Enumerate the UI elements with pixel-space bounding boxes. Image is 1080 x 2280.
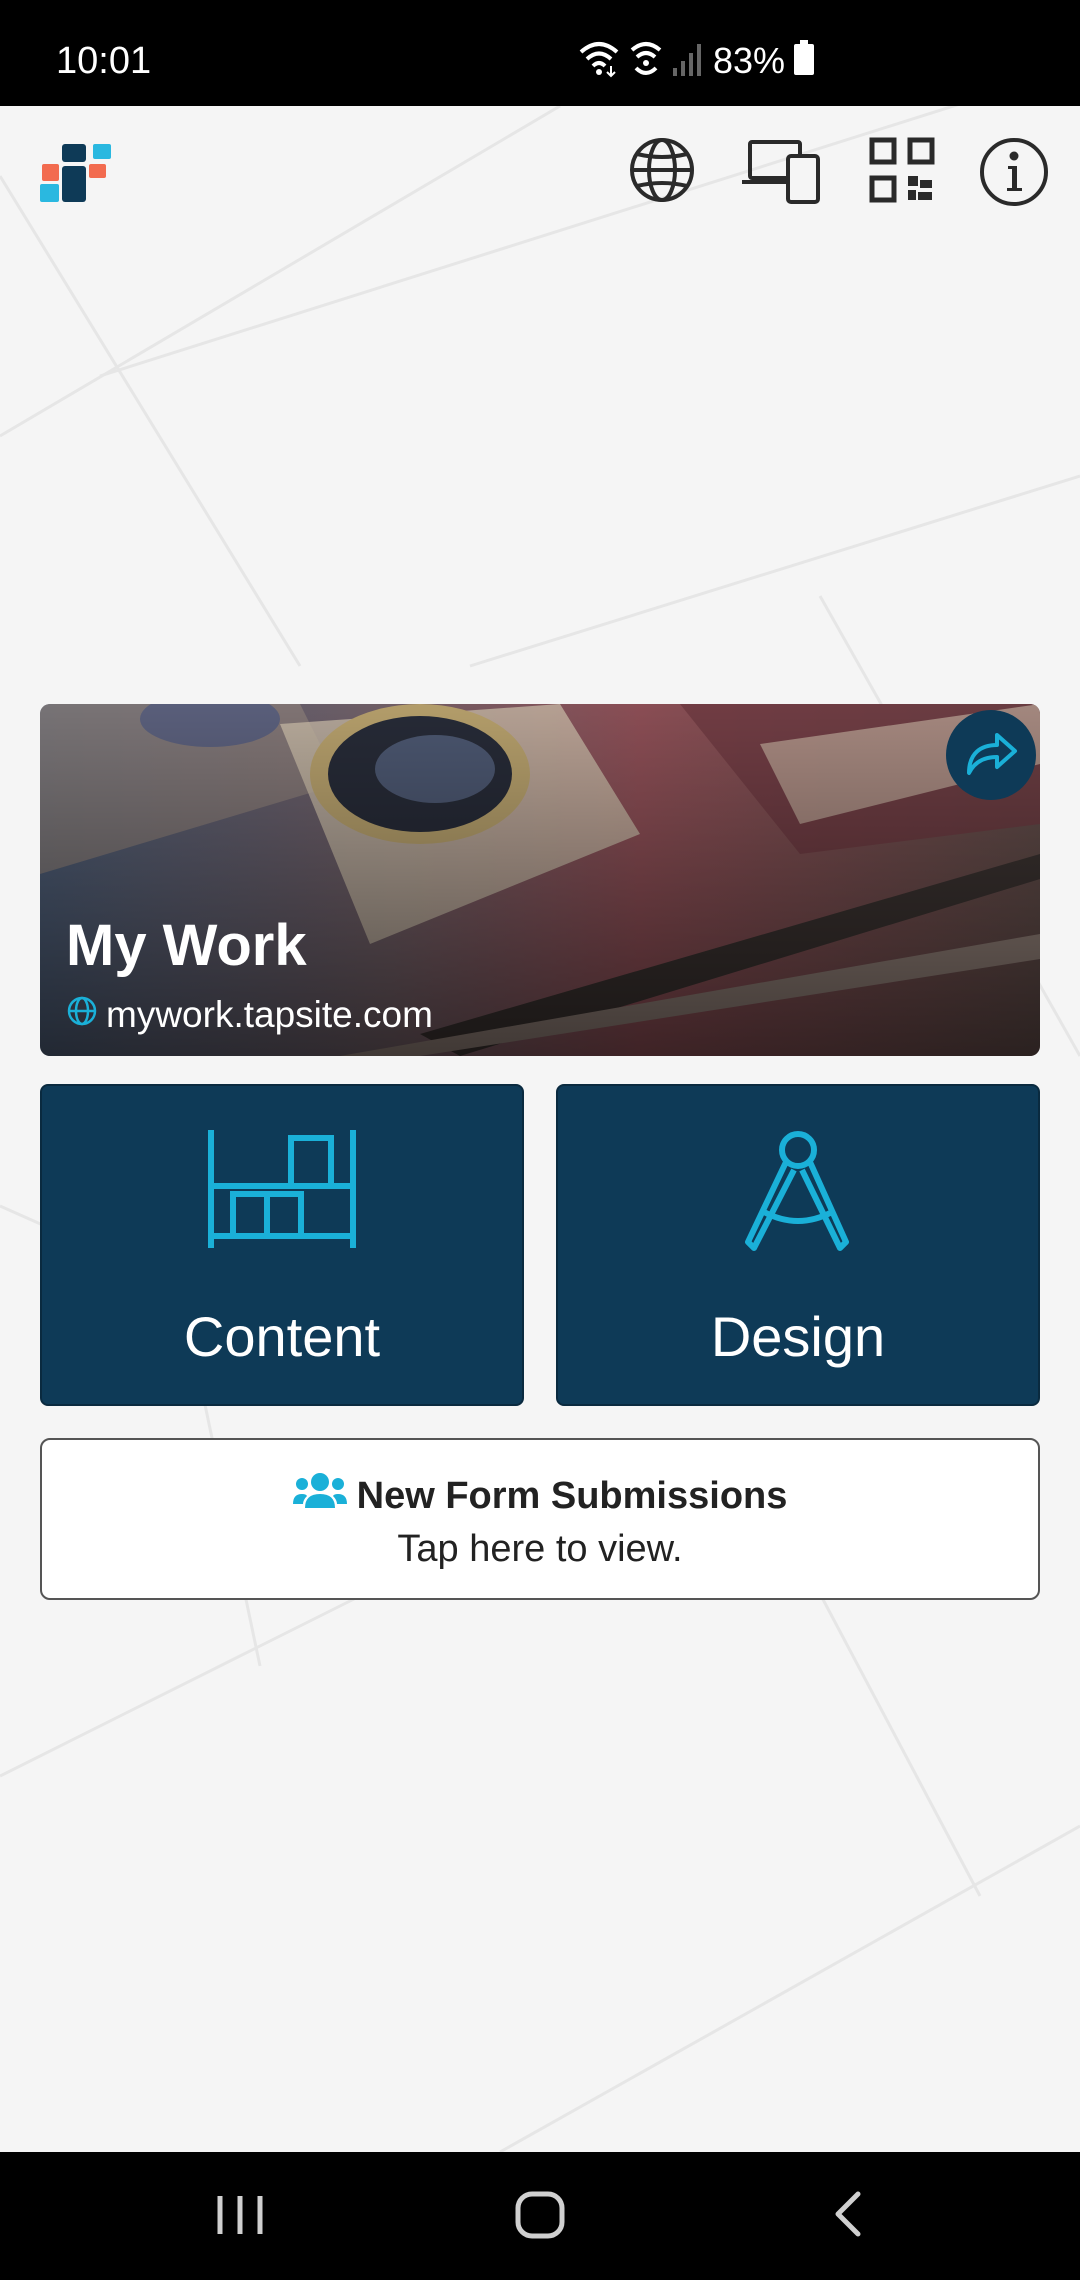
home-icon[interactable] [512, 2182, 568, 2251]
site-url[interactable]: mywork.tapsite.com [66, 994, 433, 1036]
globe-small-icon [66, 994, 98, 1036]
design-tile[interactable]: Design [556, 1084, 1040, 1406]
compass-icon [558, 1130, 1038, 1252]
status-icons: 83% [577, 38, 815, 83]
notice-title: New Form Submissions [356, 1474, 788, 1517]
battery-percent: 83% [712, 39, 785, 81]
share-button[interactable] [946, 710, 1036, 800]
app-logo[interactable] [38, 142, 116, 209]
site-url-text: mywork.tapsite.com [106, 994, 433, 1035]
design-tile-label: Design [710, 1305, 886, 1368]
app-screen: My Work mywork.tapsite.com Content Desig… [0, 106, 1080, 2152]
battery-icon [793, 40, 815, 81]
status-bar: 10:01 83% [0, 0, 1080, 106]
devices-icon[interactable] [740, 136, 822, 209]
site-card[interactable]: My Work mywork.tapsite.com [40, 704, 1040, 1056]
signal-icon [671, 38, 705, 83]
site-title: My Work [66, 913, 307, 978]
share-icon [963, 729, 1019, 782]
shelves-icon [42, 1130, 522, 1250]
recents-icon[interactable] [212, 2182, 268, 2251]
qr-code-icon[interactable] [868, 136, 936, 209]
navigation-bar [0, 2152, 1080, 2280]
notice-title-row: New Form Submissions [42, 1472, 1038, 1520]
wifi-icon [577, 38, 621, 83]
notice-subtitle: Tap here to view. [397, 1528, 683, 1570]
form-submissions-notice[interactable]: New Form Submissions Tap here to view. [40, 1438, 1040, 1600]
info-icon[interactable] [978, 136, 1050, 213]
hotspot-icon [629, 38, 663, 83]
content-tile-label: Content [183, 1305, 381, 1368]
users-icon [292, 1472, 347, 1520]
status-time: 10:01 [56, 40, 152, 82]
back-icon[interactable] [820, 2182, 876, 2251]
globe-icon[interactable] [628, 136, 696, 209]
content-tile[interactable]: Content [40, 1084, 524, 1406]
